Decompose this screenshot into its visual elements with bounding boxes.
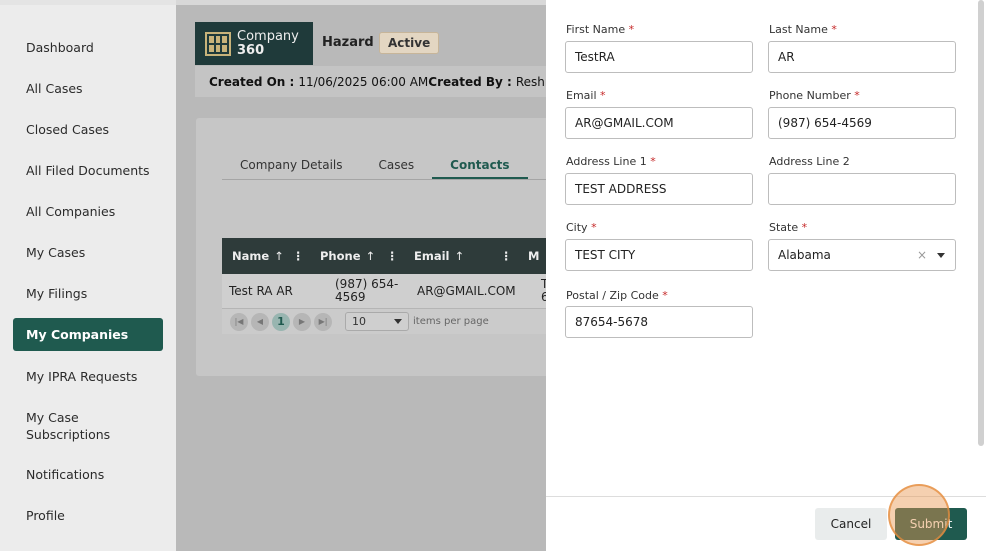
company-panel: Company Details Cases Contacts Co Name ↑… (196, 118, 561, 376)
address1-input[interactable]: TEST ADDRESS (565, 173, 753, 205)
drawer-scrollbar[interactable] (978, 0, 984, 446)
sidebar-item-my-filings[interactable]: My Filings (13, 285, 163, 302)
logo-line2: 360 (237, 42, 265, 58)
grid-pager: |◀ ◀ 1 ▶ ▶| 10 items per page (222, 308, 552, 334)
sort-arrow-icon: ↑ (454, 249, 465, 263)
first-name-input[interactable]: TestRA (565, 41, 753, 73)
next-page-icon[interactable]: ▶ (293, 312, 311, 331)
first-name-label: First Name * (566, 23, 635, 36)
tab-bar: Company Details Cases Contacts Co (222, 158, 561, 180)
city-label: City * (566, 221, 597, 234)
contact-form-drawer: First Name * TestRA Last Name * AR Email… (546, 0, 986, 551)
sidebar-item-profile[interactable]: Profile (13, 507, 163, 524)
state-value: Alabama (778, 248, 831, 262)
cell-email: AR@GMAIL.COM (417, 283, 516, 298)
sidebar-item-my-cases[interactable]: My Cases (13, 244, 163, 261)
contacts-grid: Name ↑ ⋮ Phone ↑ ⋮ Email ↑ ⋮ M Test RA A… (222, 238, 552, 338)
last-name-input[interactable]: AR (768, 41, 956, 73)
sidebar-item-closed-cases[interactable]: Closed Cases (13, 121, 163, 138)
address2-label: Address Line 2 (769, 155, 850, 168)
sidebar-item-all-companies[interactable]: All Companies (13, 203, 163, 220)
address1-label: Address Line 1 * (566, 155, 656, 168)
current-page-button[interactable]: 1 (272, 312, 290, 331)
zip-input[interactable]: 87654-5678 (565, 306, 753, 338)
company360-logo: Company 360 (195, 22, 313, 65)
sidebar-item-my-ipra-requests[interactable]: My IPRA Requests (13, 368, 163, 385)
state-select[interactable]: Alabama × (768, 239, 956, 271)
cancel-button[interactable]: Cancel (815, 508, 887, 540)
last-name-label: Last Name * (769, 23, 837, 36)
created-on-value: 11/06/2025 06:00 AM (298, 74, 429, 89)
submit-button[interactable]: Submit (895, 508, 967, 540)
sidebar-top-strip (0, 0, 176, 5)
tab-company-details[interactable]: Company Details (222, 158, 361, 179)
sidebar-item-dashboard[interactable]: Dashboard (13, 39, 163, 56)
last-page-icon[interactable]: ▶| (314, 312, 332, 331)
created-info-bar: Created On : 11/06/2025 06:00 AM Created… (195, 66, 555, 97)
zip-label: Postal / Zip Code * (566, 289, 668, 302)
table-row[interactable]: Test RA AR (987) 654-4569 AR@GMAIL.COM T… (222, 274, 552, 308)
sidebar-item-my-companies[interactable]: My Companies (13, 318, 163, 351)
chevron-down-icon[interactable] (937, 252, 945, 258)
prev-page-icon[interactable]: ◀ (251, 312, 269, 331)
phone-field[interactable]: (987) 654-4569 (768, 107, 956, 139)
phone-label: Phone Number * (769, 89, 860, 102)
tab-cases[interactable]: Cases (361, 158, 433, 179)
first-page-icon[interactable]: |◀ (230, 312, 248, 331)
sort-arrow-icon: ↑ (274, 249, 284, 263)
city-input[interactable]: TEST CITY (565, 239, 753, 271)
grid-header: Name ↑ ⋮ Phone ↑ ⋮ Email ↑ ⋮ M (222, 238, 552, 274)
chevron-down-icon (394, 319, 402, 324)
cell-phone: (987) 654-4569 (335, 277, 399, 304)
column-header-phone[interactable]: Phone ↑ ⋮ (310, 238, 404, 274)
sidebar: Dashboard All Cases Closed Cases All Fil… (0, 0, 176, 551)
created-by-label: Created By : (428, 74, 512, 89)
sort-arrow-icon: ↑ (365, 249, 376, 263)
column-menu-icon[interactable]: ⋮ (501, 249, 513, 263)
clear-icon[interactable]: × (917, 248, 927, 262)
column-menu-icon[interactable]: ⋮ (293, 249, 305, 263)
cell-name: Test RA AR (229, 283, 293, 298)
state-label: State * (769, 221, 808, 234)
building-icon (205, 31, 231, 56)
sidebar-item-my-case-subscriptions[interactable]: My Case Subscriptions (13, 409, 133, 443)
items-per-page-label: items per page (413, 316, 489, 327)
status-badge: Active (379, 32, 440, 54)
footer-divider (546, 496, 986, 497)
column-menu-icon[interactable]: ⋮ (387, 249, 399, 263)
column-header-email[interactable]: Email ↑ ⋮ (404, 238, 518, 274)
sidebar-item-notifications[interactable]: Notifications (13, 466, 163, 483)
column-header-name[interactable]: Name ↑ ⋮ (222, 238, 310, 274)
page-size-select[interactable]: 10 (345, 312, 409, 331)
sidebar-item-all-filed-documents[interactable]: All Filed Documents (13, 162, 163, 179)
page-size-value: 10 (352, 315, 366, 328)
created-on-label: Created On : (209, 74, 295, 89)
logo-line1: Company (237, 28, 299, 44)
tab-contacts[interactable]: Contacts (432, 158, 528, 179)
sidebar-item-all-cases[interactable]: All Cases (13, 80, 163, 97)
email-field[interactable]: AR@GMAIL.COM (565, 107, 753, 139)
email-label: Email * (566, 89, 606, 102)
company-title: Hazard (322, 35, 374, 50)
company-header: Company 360 Hazard Active (195, 22, 575, 65)
address2-input[interactable] (768, 173, 956, 205)
